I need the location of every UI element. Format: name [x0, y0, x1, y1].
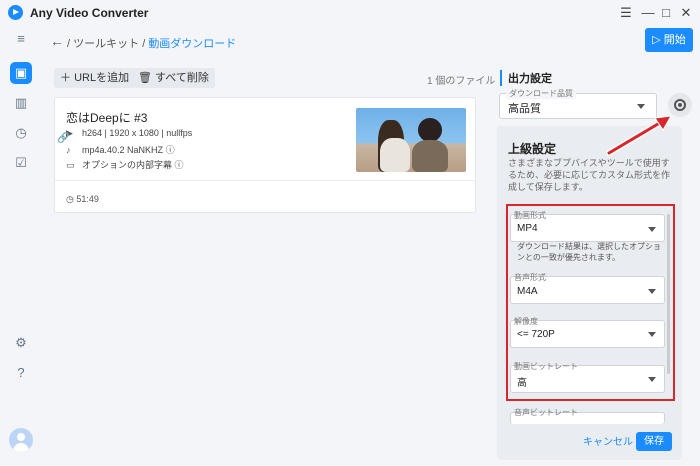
breadcrumb-current: 動画ダウンロード [148, 38, 237, 50]
breadcrumb-separator: / [67, 38, 71, 50]
link-icon: 🔗 [57, 133, 70, 144]
video-info: ▶ h264 | 1920 x 1080 | nullfps [66, 128, 193, 138]
duration: ◷ 51:49 [66, 194, 99, 204]
minimize-button[interactable]: — [638, 4, 658, 22]
cancel-button[interactable]: キャンセル [583, 433, 633, 448]
start-label: 開始 [663, 34, 686, 46]
save-button[interactable]: 保存 [636, 432, 672, 451]
app-logo-icon [8, 5, 23, 20]
advanced-settings-title: 上級設定 [508, 142, 557, 156]
clock-icon: ◷ [66, 194, 74, 204]
menu-icon[interactable]: ☰ [616, 4, 636, 22]
delete-all-label: すべて削除 [155, 72, 209, 84]
quality-label: ダウンロード品質 [506, 88, 576, 99]
breadcrumb-parent[interactable]: ツールキット [73, 38, 139, 50]
sidebar-item-toolkit[interactable]: ▣ [10, 62, 32, 84]
subtitle-icon: ▭ [66, 160, 75, 170]
back-arrow-icon[interactable]: ← [50, 33, 64, 49]
audio-track-icon: ♪ [66, 145, 71, 155]
sidebar-item-tasks-icon[interactable]: ☑ [10, 152, 32, 174]
close-button[interactable]: ✕ [676, 4, 696, 22]
sidebar-item-library-icon[interactable]: ▥ [10, 92, 32, 114]
avatar[interactable] [9, 428, 33, 452]
breadcrumb: / ツールキット / 動画ダウンロード [67, 35, 236, 51]
chevron-down-icon [637, 104, 645, 109]
audio-info: ♪ mp4a.40.2 NaNKHZ ⓘ [66, 145, 175, 155]
subtitle-info: ▭ オプションの内部字幕 ⓘ [66, 160, 184, 170]
file-card[interactable]: 恋はDeepに #3 ▶ h264 | 1920 x 1080 | nullfps… [54, 97, 476, 213]
quality-value: 高品質 [508, 103, 541, 115]
audio-info-icon[interactable]: ⓘ [166, 145, 175, 155]
collapse-sidebar-icon[interactable]: ≡ [10, 28, 32, 50]
app-title: Any Video Converter [30, 6, 149, 20]
file-count: 1 個のファイル [427, 76, 496, 87]
card-divider [55, 180, 475, 181]
audio-bitrate-label: 音声ビットレート [514, 408, 578, 417]
add-url-button[interactable]: ＋ URLを追加 [54, 68, 136, 88]
plus-icon: ＋ [60, 72, 71, 84]
advanced-settings-description: さまざまなブプバイスやツールで使用するため、必要に応じてカスタム形式を作成して保… [508, 158, 671, 192]
video-thumbnail [356, 108, 466, 172]
settings-gear-icon[interactable]: ⚙ [10, 332, 32, 354]
output-settings-title: 出力設定 [500, 70, 552, 86]
play-icon: ▷ [652, 34, 661, 46]
trash-icon: 🗑 [138, 72, 152, 84]
highlight-annotation-box [506, 204, 675, 401]
maximize-button[interactable]: □ [656, 4, 676, 22]
file-title: 恋はDeepに #3 [66, 111, 148, 125]
subtitle-info-icon[interactable]: ⓘ [175, 160, 184, 170]
delete-all-button[interactable]: 🗑 すべて削除 [132, 68, 215, 88]
gear-icon [674, 99, 686, 111]
add-url-label: URLを追加 [74, 72, 130, 84]
start-button[interactable]: ▷ 開始 [645, 28, 693, 52]
sidebar-item-history-icon[interactable]: ◷ [10, 122, 32, 144]
annotation-arrow-icon [606, 115, 672, 156]
help-icon[interactable]: ? [10, 362, 32, 384]
breadcrumb-separator: / [142, 38, 146, 50]
